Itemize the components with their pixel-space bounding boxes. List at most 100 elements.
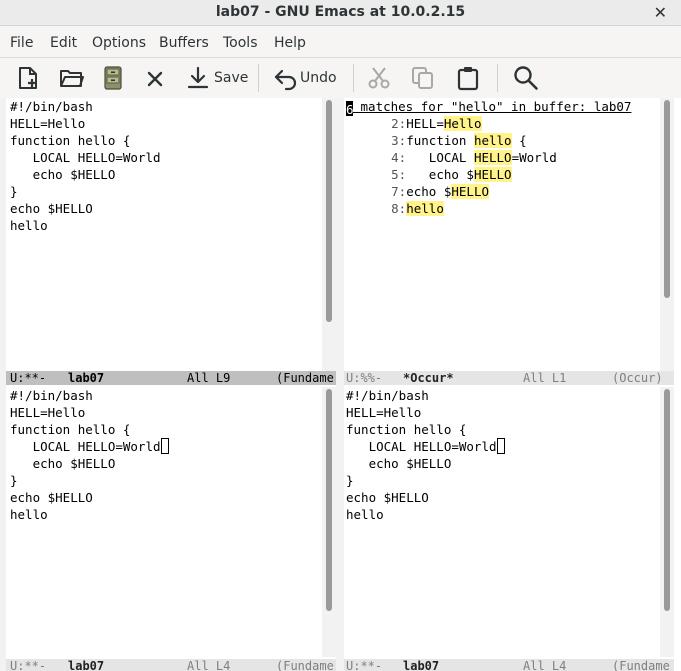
search-icon	[514, 66, 538, 90]
code-line: #!/bin/bash	[346, 388, 429, 403]
occur-match-line[interactable]: 3:function hello {	[346, 132, 660, 149]
menu-options[interactable]: Options	[92, 35, 146, 51]
dired-button[interactable]	[101, 63, 125, 93]
mode-line-state: U:**-	[10, 371, 47, 385]
mode-line-state: U:%%-	[346, 371, 383, 385]
occur-context-text: =World	[511, 150, 557, 165]
occur-line-number: 8:	[346, 201, 407, 216]
copy-icon	[412, 67, 433, 89]
menu-tools[interactable]: Tools	[223, 35, 258, 51]
mode-line-buffer: lab07	[403, 659, 440, 671]
scrollbar[interactable]	[660, 387, 674, 657]
mode-line-mode: (Fundame	[276, 659, 334, 671]
save-button[interactable]: Save	[186, 63, 248, 93]
menu-edit[interactable]: Edit	[50, 35, 77, 51]
code-line: echo $HELLO	[10, 167, 116, 182]
code-line: function hello {	[10, 422, 131, 437]
occur-buffer[interactable]: 6 matches for "hello" in buffer: lab07 2…	[344, 98, 660, 371]
search-button[interactable]	[512, 63, 540, 93]
code-line: echo $HELLO	[10, 490, 93, 505]
title-bar: lab07 - GNU Emacs at 10.0.2.15 ✕	[0, 0, 681, 26]
folder-open-icon	[60, 70, 84, 87]
scrollbar[interactable]	[322, 387, 336, 657]
occur-line-number: 7:	[346, 184, 407, 199]
scrollbar-thumb[interactable]	[326, 389, 332, 611]
code-line: function hello {	[10, 133, 131, 148]
scrollbar[interactable]	[660, 98, 674, 371]
toolbar-separator	[353, 64, 354, 92]
window-bottom-left[interactable]: #!/bin/bash HELL=Hello function hello { …	[6, 387, 336, 657]
window-top-left[interactable]: #!/bin/bash HELL=Hello function hello { …	[6, 98, 336, 371]
occur-match-line[interactable]: 2:HELL=Hello	[346, 115, 660, 132]
mode-line-bottom-right[interactable]: U:**- lab07 All L4 (Fundame	[344, 659, 674, 671]
scrollbar-thumb[interactable]	[664, 389, 670, 611]
mode-line-buffer: *Occur*	[403, 371, 454, 385]
menu-help[interactable]: Help	[274, 35, 306, 51]
code-line: echo $HELLO	[346, 490, 429, 505]
occur-header-text: matches for "hello" in buffer: lab07	[353, 99, 632, 114]
close-icon[interactable]: ✕	[654, 3, 667, 22]
open-file-button[interactable]	[58, 63, 86, 93]
occur-match-highlight: hello	[406, 201, 444, 216]
occur-match-line[interactable]: 5: echo $HELLO	[346, 166, 660, 183]
undo-button[interactable]: Undo	[272, 63, 337, 93]
new-file-icon	[19, 67, 37, 89]
menu-file[interactable]: File	[10, 35, 33, 51]
clipboard-icon	[457, 67, 479, 91]
new-file-button[interactable]	[15, 63, 41, 93]
mode-line-buffer: lab07	[68, 659, 105, 671]
occur-match-highlight: HELLO	[451, 184, 490, 199]
occur-match-highlight: HELLO	[473, 150, 512, 165]
occur-match-line[interactable]: 7:echo $HELLO	[346, 183, 660, 200]
mode-line-position: All L4	[523, 659, 567, 671]
mode-line-state: U:**-	[346, 659, 383, 671]
code-line: HELL=Hello	[10, 405, 86, 420]
code-line: echo $HELLO	[346, 456, 452, 471]
download-save-icon	[187, 66, 209, 89]
mode-line-mode: (Fundame	[612, 659, 670, 671]
occur-context-text: {	[511, 133, 527, 148]
code-line: }	[10, 184, 18, 199]
occur-line-number: 4:	[346, 150, 407, 165]
code-line: }	[10, 473, 18, 488]
occur-context-text: HELL=	[406, 116, 444, 131]
occur-match-highlight: Hello	[443, 116, 482, 131]
tool-bar: Save Undo	[0, 58, 681, 98]
buffer-text[interactable]: #!/bin/bash HELL=Hello function hello { …	[6, 98, 322, 371]
window-top-right[interactable]: 6 matches for "hello" in buffer: lab07 2…	[344, 98, 674, 371]
cut-button[interactable]	[366, 63, 392, 93]
toolbar-separator	[258, 64, 259, 92]
occur-context-text: LOCAL	[406, 150, 474, 165]
code-line: #!/bin/bash	[10, 99, 93, 114]
kill-buffer-button[interactable]	[145, 63, 165, 93]
code-line: HELL=Hello	[10, 116, 86, 131]
menu-bar: File Edit Options Buffers Tools Help	[0, 26, 681, 58]
mode-line-bottom-left[interactable]: U:**- lab07 All L4 (Fundame	[6, 659, 336, 671]
menu-buffers[interactable]: Buffers	[159, 35, 209, 51]
toolbar-separator	[497, 64, 498, 92]
mode-line-top-right[interactable]: U:%%- *Occur* All L1 (Occur)	[344, 371, 674, 385]
buffer-text[interactable]: #!/bin/bash HELL=Hello function hello { …	[344, 387, 660, 657]
mode-line-top-left[interactable]: U:**- lab07 All L9 (Fundame	[6, 371, 336, 385]
undo-icon	[274, 69, 297, 91]
scrollbar[interactable]	[322, 98, 336, 371]
code-line: echo $HELLO	[10, 456, 116, 471]
buffer-text[interactable]: #!/bin/bash HELL=Hello function hello { …	[6, 387, 322, 657]
copy-button[interactable]	[410, 63, 436, 93]
window-divider[interactable]	[336, 98, 344, 671]
code-line: hello	[10, 218, 48, 233]
scrollbar-thumb[interactable]	[664, 100, 670, 298]
occur-match-highlight: HELLO	[473, 167, 512, 182]
paste-button[interactable]	[455, 63, 481, 93]
occur-header: 6 matches for "hello" in buffer: lab07	[346, 98, 660, 117]
occur-line-number: 2:	[346, 116, 407, 131]
occur-line-number: 5:	[346, 167, 407, 182]
scrollbar-thumb[interactable]	[326, 100, 332, 322]
occur-match-line[interactable]: 4: LOCAL HELLO=World	[346, 149, 660, 166]
code-line: echo $HELLO	[10, 201, 93, 216]
occur-context-text: function	[406, 133, 474, 148]
window-bottom-right[interactable]: #!/bin/bash HELL=Hello function hello { …	[344, 387, 674, 657]
close-icon	[147, 71, 163, 87]
undo-label: Undo	[300, 70, 337, 86]
occur-match-line[interactable]: 8:hello	[346, 200, 660, 217]
